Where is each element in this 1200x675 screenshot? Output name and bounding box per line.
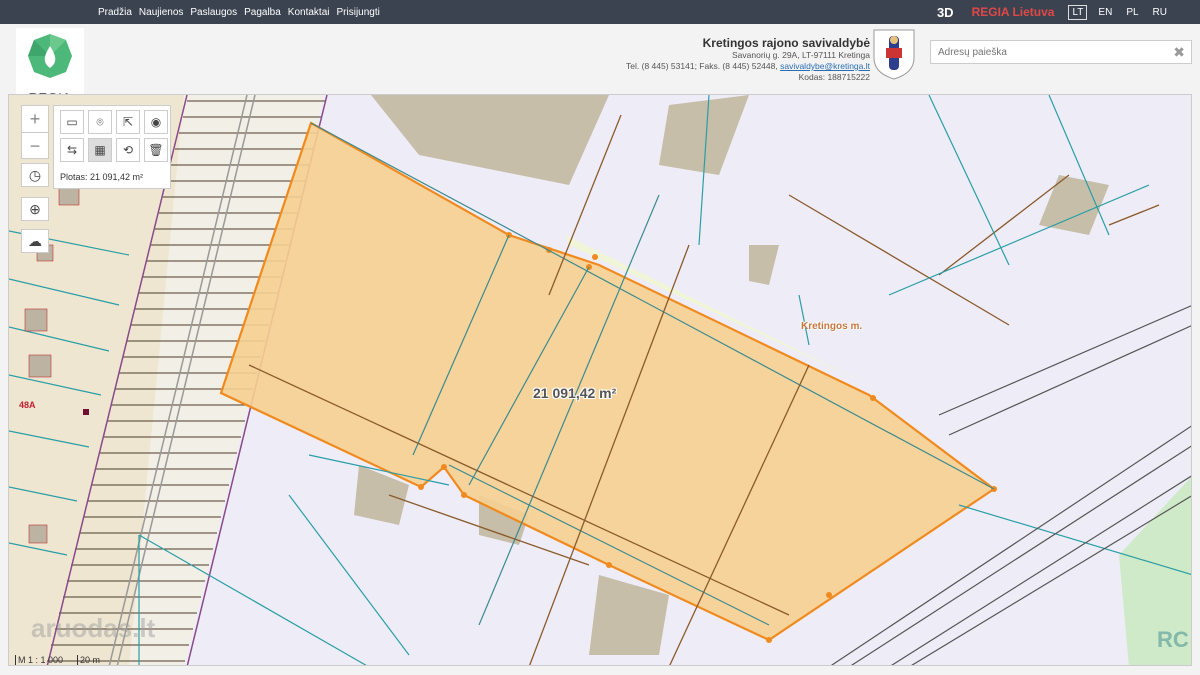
municipality-email[interactable]: savivaldybe@kretinga.lt xyxy=(780,61,870,71)
lang-ru[interactable]: RU xyxy=(1150,6,1170,19)
regia-lietuva-link[interactable]: REGIA Lietuva xyxy=(972,5,1055,19)
lang-pl[interactable]: PL xyxy=(1123,6,1141,19)
measure-area-icon[interactable]: ▦ xyxy=(88,138,112,162)
measure-tool-panel: ▭ ⌾ ⇱ ◉ ⇆ ▦ ⟲ 🗑 Plotas: 21 091,42 m² xyxy=(53,105,171,189)
history-icon[interactable]: ⟲ xyxy=(116,138,140,162)
rc-logo-icon: RC xyxy=(1157,627,1189,652)
nav-contacts[interactable]: Kontaktai xyxy=(288,7,330,18)
nav-news[interactable]: Naujienos xyxy=(139,7,183,18)
measure-length-icon[interactable]: ▭ xyxy=(60,110,84,134)
municipality-address: Savanorių g. 29A, LT-97111 Kretinga xyxy=(732,50,870,60)
address-search: ✖ xyxy=(930,40,1192,64)
watermark: aruodas.lt xyxy=(31,613,156,643)
place-label: Kretingos m. xyxy=(801,321,863,332)
nav-services[interactable]: Paslaugos xyxy=(190,7,237,18)
contact-phones: Tel. (8 445) 53141; Faks. (8 445) 52448, xyxy=(626,61,781,71)
map-view[interactable]: + − ▭ ⌾ ⇱ ◉ ⇆ ▦ ⟲ 🗑 Plotas: 21 091,42 m²… xyxy=(8,94,1192,666)
municipality-contacts: Tel. (8 445) 53141; Faks. (8 445) 52448,… xyxy=(626,61,870,72)
regia-logo-icon xyxy=(28,34,72,78)
export-icon[interactable]: ⇱ xyxy=(116,110,140,134)
address-search-input[interactable] xyxy=(931,41,1161,63)
measure-result: Plotas: 21 091,42 m² xyxy=(60,172,144,182)
municipality-code: Kodas: 188715222 xyxy=(798,72,870,82)
target-icon[interactable]: ◉ xyxy=(144,110,168,134)
scale-ratio: M 1 : 1 000 xyxy=(15,655,63,665)
locate-icon[interactable]: ⊕ xyxy=(21,197,49,221)
close-icon[interactable]: ✖ xyxy=(1173,44,1185,61)
area-label: 21 091,42 m² xyxy=(533,385,617,401)
coat-of-arms-icon xyxy=(873,29,915,80)
municipality-name: Kretingos rajono savivaldybė xyxy=(702,36,870,50)
nav-login[interactable]: Prisijungti xyxy=(337,7,380,18)
zoom-out-button[interactable]: − xyxy=(22,132,48,158)
top-nav: Pradžia Naujienos Paslaugos Pagalba Kont… xyxy=(98,0,380,24)
municipality-info: Kretingos rajono savivaldybė Savanorių g… xyxy=(626,36,870,83)
cloud-icon[interactable]: ☁ xyxy=(21,229,49,253)
nav-help[interactable]: Pagalba xyxy=(244,7,281,18)
delete-icon[interactable]: 🗑 xyxy=(144,138,168,162)
zoom-in-button[interactable]: + xyxy=(22,106,48,132)
top-bar: Pradžia Naujienos Paslaugos Pagalba Kont… xyxy=(0,0,1200,24)
measure-distance-icon[interactable]: ⇆ xyxy=(60,138,84,162)
zoom-control: + − xyxy=(21,105,49,159)
clock-icon[interactable]: ◷ xyxy=(21,163,49,187)
scale-distance: 20 m xyxy=(77,655,100,665)
3d-button[interactable]: 3D xyxy=(937,5,954,20)
lang-lt[interactable]: LT xyxy=(1068,4,1088,20)
lang-en[interactable]: EN xyxy=(1095,6,1115,19)
address-label: 48A xyxy=(19,400,36,410)
scale-bar: M 1 : 1 000 20 m xyxy=(15,655,100,665)
header: REGIA Kretingos rajono savivaldybė Savan… xyxy=(0,24,1200,108)
map-canvas[interactable] xyxy=(9,95,1192,666)
marker-icon[interactable]: ⌾ xyxy=(88,110,112,134)
nav-home[interactable]: Pradžia xyxy=(98,7,132,18)
